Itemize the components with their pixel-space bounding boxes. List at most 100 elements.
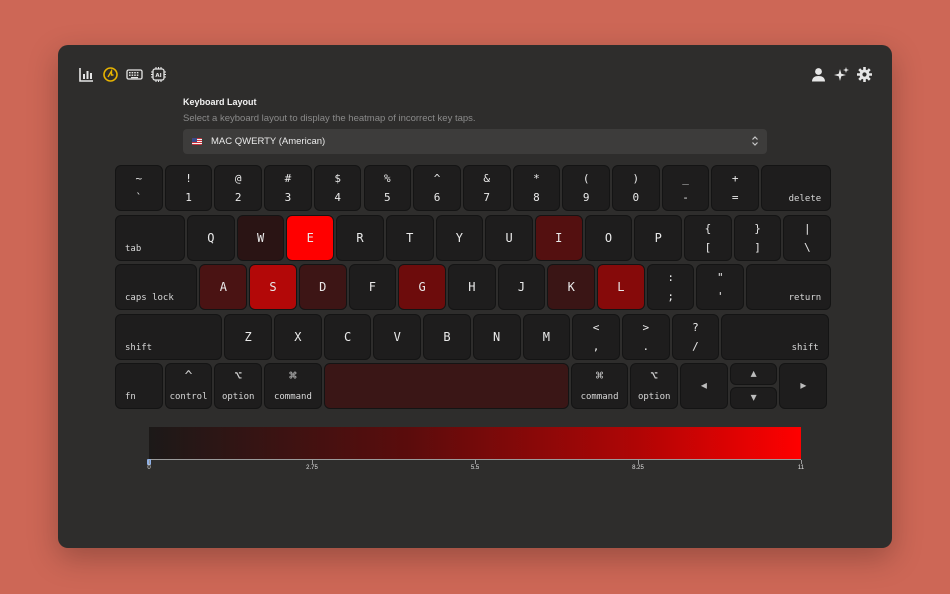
key-blank[interactable]: ~ `: [115, 165, 163, 211]
key-arrow-down[interactable]: ▼: [729, 387, 778, 409]
layout-section: Keyboard Layout Select a keyboard layout…: [183, 97, 767, 154]
legend-tick-label: 5.5: [470, 465, 480, 471]
key-9[interactable]: (9: [562, 165, 610, 211]
key-shift-label: ^: [433, 172, 441, 185]
key-caps-lock[interactable]: caps lock: [115, 264, 198, 310]
key-4[interactable]: $4: [313, 165, 362, 211]
key-blank[interactable]: :;: [646, 264, 695, 310]
key-blank[interactable]: >.: [621, 313, 670, 360]
key-label: delete: [788, 194, 822, 204]
speed-icon[interactable]: [102, 66, 119, 83]
svg-text:AI: AI: [155, 73, 161, 79]
key-p[interactable]: P: [634, 214, 683, 261]
key-tab[interactable]: tab: [115, 214, 186, 261]
key-q[interactable]: Q: [187, 214, 235, 261]
key-label: caps lock: [125, 293, 174, 303]
key-option[interactable]: ⌥ option: [630, 363, 679, 409]
key-t[interactable]: T: [385, 214, 434, 261]
key-5[interactable]: % 5: [363, 165, 412, 211]
key-backslash[interactable]: | \: [783, 214, 832, 261]
toolbar-right: [810, 66, 873, 83]
legend-tick-label: 11: [797, 465, 805, 471]
key-label: `: [135, 191, 143, 204]
key-blank[interactable]: }]: [733, 214, 782, 261]
key-k[interactable]: K: [547, 264, 596, 310]
key-c[interactable]: C: [323, 313, 372, 360]
key-blank[interactable]: + =: [711, 165, 760, 211]
layout-select[interactable]: MAC QWERTY (American): [183, 129, 767, 154]
key-blank[interactable]: <,: [572, 313, 620, 360]
key-3[interactable]: #3: [264, 165, 312, 211]
key-label: /: [692, 339, 699, 353]
key-shift[interactable]: shift: [721, 313, 829, 360]
key-shift-label: :: [667, 271, 674, 284]
key-label: B: [443, 329, 451, 344]
key-n[interactable]: N: [472, 313, 521, 360]
key-label: 8: [533, 191, 540, 204]
key-s[interactable]: S: [249, 264, 297, 310]
key-2[interactable]: @2: [214, 165, 263, 211]
key-m[interactable]: M: [522, 313, 571, 360]
key-shift-label: ?: [692, 320, 699, 334]
key-label: X: [294, 329, 302, 344]
key-8[interactable]: * 8: [512, 165, 561, 211]
key-6[interactable]: ^ 6: [413, 165, 461, 211]
key-a[interactable]: A: [199, 264, 248, 310]
key-d[interactable]: D: [298, 264, 347, 310]
key-w[interactable]: W: [236, 214, 285, 261]
layout-subtitle: Select a keyboard layout to display the …: [183, 113, 476, 124]
key-g[interactable]: G: [398, 264, 446, 310]
chart-icon[interactable]: [78, 66, 95, 83]
key-fn[interactable]: fn: [115, 363, 163, 409]
key-blank[interactable]: " ': [696, 264, 745, 310]
key-l[interactable]: L: [597, 264, 645, 310]
user-icon[interactable]: [810, 66, 827, 83]
key-shift-label: ": [717, 271, 724, 284]
key-h[interactable]: H: [447, 264, 496, 310]
key-label: 0: [632, 191, 640, 204]
key-0[interactable]: ) 0: [612, 165, 660, 211]
key-b[interactable]: B: [423, 313, 471, 360]
key-return[interactable]: return: [746, 264, 832, 310]
key-control[interactable]: ^ control: [164, 363, 213, 409]
key-arrow-left[interactable]: ◀: [680, 363, 728, 409]
key-command[interactable]: ⌘ command: [570, 363, 629, 409]
key-y[interactable]: Y: [435, 214, 484, 261]
key-u[interactable]: U: [485, 214, 533, 261]
key-label: R: [356, 230, 364, 245]
key-option[interactable]: ⌥ option: [214, 363, 263, 409]
key-shift-label: <: [592, 320, 600, 334]
layout-title: Keyboard Layout: [183, 97, 257, 107]
key-x[interactable]: X: [274, 313, 322, 360]
legend-tick-label: 2.75: [306, 465, 318, 471]
key-blank[interactable]: ? /: [671, 313, 720, 360]
key-z[interactable]: Z: [224, 313, 273, 360]
key-v[interactable]: V: [373, 313, 422, 360]
key-delete[interactable]: delete: [761, 165, 832, 211]
key-blank[interactable]: _ -: [661, 165, 710, 211]
key-blank[interactable]: {[: [684, 214, 732, 261]
key-e[interactable]: E: [286, 214, 335, 261]
key-arrow-right[interactable]: ▶: [779, 363, 828, 409]
key-label: I: [555, 230, 563, 245]
ai-chip-icon[interactable]: AI: [150, 66, 167, 83]
key-label: [: [704, 240, 712, 254]
gear-icon[interactable]: [856, 66, 873, 83]
key-o[interactable]: O: [584, 214, 633, 261]
keyboard-icon[interactable]: [126, 66, 143, 83]
key-label: H: [468, 280, 476, 294]
key-i[interactable]: I: [534, 214, 583, 261]
key-1[interactable]: ! 1: [164, 165, 213, 211]
key-shift[interactable]: shift: [115, 313, 223, 360]
key-label: command: [580, 392, 619, 402]
key-j[interactable]: J: [497, 264, 546, 310]
key-arrow-up[interactable]: ▲: [729, 363, 778, 385]
key-label: ,: [592, 339, 600, 353]
key-command[interactable]: ⌘ command: [264, 363, 322, 409]
sparkles-icon[interactable]: [833, 66, 850, 83]
key-r[interactable]: R: [336, 214, 384, 261]
key-f[interactable]: F: [348, 264, 397, 310]
key-7[interactable]: & 7: [462, 165, 511, 211]
key-space[interactable]: [323, 363, 569, 409]
legend-color-bar: [149, 427, 801, 459]
